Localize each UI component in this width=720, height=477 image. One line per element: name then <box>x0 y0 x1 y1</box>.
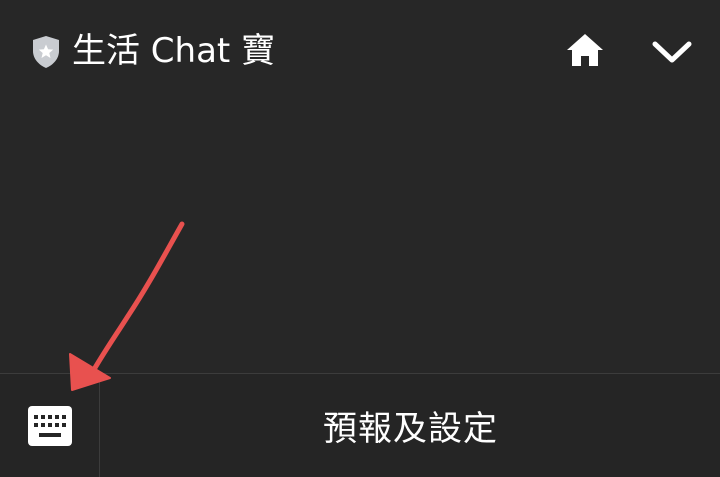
rich-menu-button[interactable]: 預報及設定 <box>101 374 720 477</box>
chat-screen: 生活 Chat 寶 預報及設定 <box>0 0 720 477</box>
chat-message-area <box>0 100 720 373</box>
home-icon <box>567 34 603 66</box>
chat-header: 生活 Chat 寶 <box>0 0 720 100</box>
menu-label: 預報及設定 <box>323 409 498 449</box>
chat-title: 生活 Chat 寶 <box>72 31 276 71</box>
keyboard-toggle-button[interactable] <box>0 374 100 477</box>
bottom-menu-bar: 預報及設定 <box>0 373 720 477</box>
chevron-down-icon <box>652 41 692 63</box>
collapse-button[interactable] <box>648 28 696 76</box>
keyboard-icon <box>27 405 72 446</box>
verified-shield-star-icon <box>33 36 59 68</box>
home-button[interactable] <box>563 28 607 72</box>
